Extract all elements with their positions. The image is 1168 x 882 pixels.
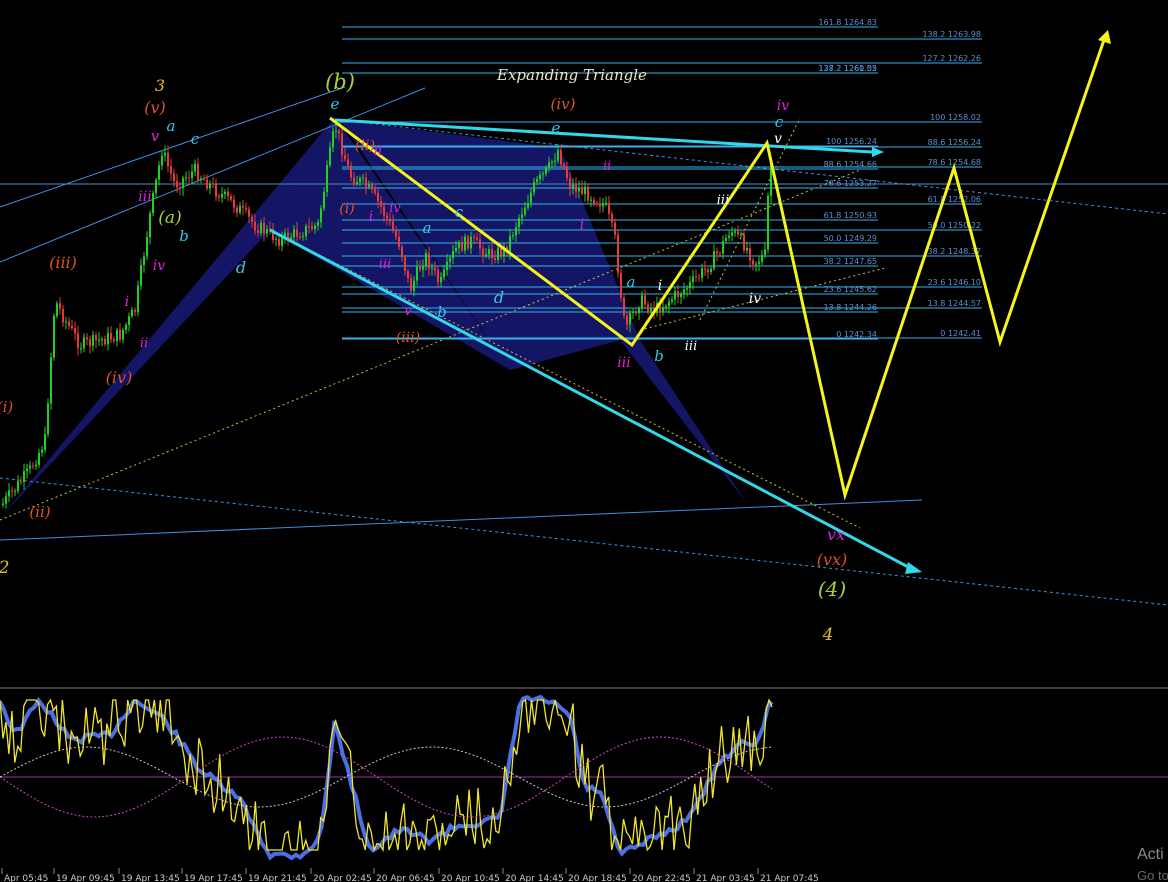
fib-left-label: 38.2 1247.65 (824, 257, 877, 266)
candle (617, 229, 619, 278)
fib-right-label: 13.8 1244.57 (928, 299, 981, 308)
wave-label: d (236, 258, 246, 277)
fib-left-label: 127.2 1260.02 (818, 64, 877, 73)
wave-label: c (775, 113, 784, 131)
candle (326, 160, 328, 197)
time-tick-label: 19 Apr 21:45 (248, 874, 307, 882)
wave-label: v (774, 131, 782, 147)
time-tick-label: 21 Apr 07:45 (760, 874, 819, 882)
wave-label: 3 (155, 76, 165, 95)
time-tick-label: 19 Apr 09:45 (56, 874, 115, 882)
price-chart: 161.8 1264.83138.2 1261.55127.2 1260.021… (0, 0, 1168, 882)
wave-label: iii (617, 355, 630, 371)
wave-label: iii (685, 339, 697, 354)
candle (152, 190, 154, 217)
wave-label: iv (153, 258, 165, 274)
wave-label: c (191, 130, 200, 148)
oscillator-panel (0, 694, 1168, 861)
fib-left-label: 23.6 1245.62 (824, 285, 877, 294)
watermark-line2: Go to (1137, 868, 1168, 882)
candle (50, 353, 52, 410)
time-tick-label: 19 Apr 17:45 (184, 874, 243, 882)
fib-left-label: 61.8 1250.93 (824, 211, 877, 220)
fib-left-label: 50.0 1249.29 (824, 234, 877, 243)
wave-label: (i) (0, 398, 13, 416)
wave-label: iii (717, 193, 729, 208)
wave-label: v (151, 127, 160, 145)
time-tick-label: 19 Apr 13:45 (121, 874, 180, 882)
wave-label: (iv) (106, 368, 133, 387)
candle (47, 398, 49, 438)
wave-label: e (552, 119, 561, 137)
wave-label: iv (749, 291, 761, 307)
time-tick-label: 20 Apr 02:45 (313, 874, 372, 882)
wave-label: vx (827, 525, 845, 544)
time-tick-label: 20 Apr 14:45 (505, 874, 564, 882)
wave-label: (a) (158, 208, 181, 228)
chart-title: Expanding Triangle (496, 66, 647, 84)
wave-label: (ii) (355, 138, 375, 154)
time-tick-label: 21 Apr 03:45 (696, 874, 755, 882)
wave-label: b (437, 303, 447, 321)
wave-label: (v) (144, 98, 166, 117)
wave-label: (4) (818, 577, 846, 601)
wave-label: e (331, 95, 340, 113)
fib-right-label: 127.2 1262.26 (922, 54, 981, 63)
fib-right-label: 100 1258.02 (930, 113, 981, 122)
wave-label: ii (374, 144, 382, 159)
wave-label: iii (138, 189, 151, 205)
fib-right-label: 88.6 1256.24 (928, 138, 981, 147)
fib-left-label: 161.8 1264.83 (818, 18, 877, 27)
wave-label: (iii) (49, 253, 77, 272)
wave-label: iv (777, 98, 789, 114)
wave-label: a (627, 273, 636, 291)
candle (623, 294, 625, 319)
wave-label: ii (603, 159, 611, 174)
wave-label: 2 (0, 558, 9, 578)
wave-label: (b) (325, 70, 355, 94)
fib-right-label: 61.8 1252.06 (928, 195, 981, 204)
fib-left-label: 78.6 1253.27 (824, 179, 877, 188)
time-tick-label: 20 Apr 22:45 (632, 874, 691, 882)
wave-label: 4 (822, 625, 834, 645)
candle (137, 280, 139, 317)
candle (56, 300, 58, 319)
time-tick-label: 20 Apr 10:45 (441, 874, 500, 882)
wave-label: (ii) (29, 503, 50, 521)
wave-label: b (654, 347, 664, 365)
wave-label: (i) (339, 201, 354, 217)
wave-label: (vx) (817, 550, 848, 569)
wave-label: (iv) (551, 95, 576, 113)
wave-label: i (125, 294, 129, 310)
wave-label: (iii) (396, 330, 420, 346)
wave-label: i (658, 278, 662, 294)
candle (467, 234, 469, 251)
fib-left-label: 100 1256.24 (826, 137, 877, 146)
time-tick-label: 20 Apr 18:45 (568, 874, 627, 882)
candle (767, 192, 769, 254)
fib-right-label: 23.6 1246.10 (928, 278, 981, 287)
wave-label: i (369, 209, 373, 225)
wave-label: d (494, 288, 504, 307)
time-tick-label: 20 Apr 06:45 (376, 874, 435, 882)
time-tick-label: Apr 05:45 (4, 874, 48, 882)
wave-label: a (167, 117, 176, 135)
fib-right-label: 0 1242.41 (940, 329, 981, 338)
wave-label: c (455, 203, 464, 221)
candle (53, 313, 55, 361)
fib-right-label: 138.2 1263.98 (922, 30, 981, 39)
wave-label: iii (379, 257, 391, 272)
wave-label: v (404, 303, 412, 319)
wave-label: ii (140, 336, 148, 351)
osc-yellow-line (0, 698, 773, 853)
wave-label: i (580, 217, 584, 233)
fib-right-label: 38.2 1248.37 (928, 247, 981, 256)
fib-left-label: 88.6 1254.66 (824, 160, 877, 169)
wave-label: iv (389, 201, 401, 216)
wave-label: b (179, 227, 189, 245)
candle (620, 268, 622, 302)
wave-label: a (423, 219, 432, 237)
watermark-line1: Acti (1137, 846, 1164, 863)
time-axis: Apr 05:45 19 Apr 09:45 19 Apr 13:45 19 Apr … (1, 868, 819, 882)
